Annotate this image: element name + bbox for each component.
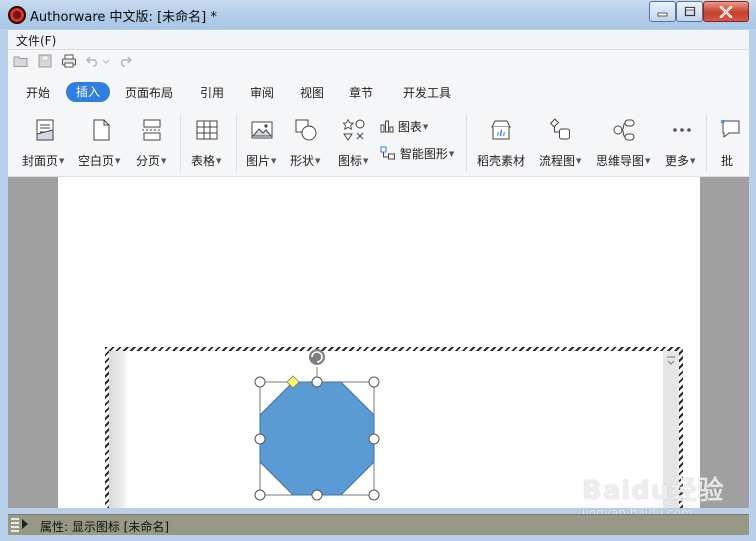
chevron-down-icon: ▼ xyxy=(161,157,167,165)
expand-arrow-icon[interactable] xyxy=(22,519,28,529)
smart-art-button[interactable]: 智能图形▼ xyxy=(380,145,454,163)
save-icon[interactable] xyxy=(37,54,53,68)
chevron-down-icon: ▼ xyxy=(576,157,582,165)
blank-page-label: 空白页 xyxy=(78,154,115,168)
scroll-up-icon[interactable] xyxy=(663,351,679,371)
shape-icon xyxy=(295,119,317,141)
docer-material-button[interactable]: 稻壳素材 xyxy=(474,116,530,172)
ribbon-separator xyxy=(180,114,181,172)
icon-library-button[interactable]: 图标▼ xyxy=(336,116,376,172)
document-area[interactable] xyxy=(8,177,749,508)
ribbon-insert: 封面页▼ 空白页▼ 分页▼ 表格▼ 图片▼ 形状▼ 图标▼ 图表▼ 智能图形▼ … xyxy=(8,110,749,177)
page-break-button[interactable]: 分页▼ xyxy=(132,116,172,172)
cover-page-label: 封面页 xyxy=(22,154,59,168)
cover-page-icon xyxy=(36,119,54,141)
ribbon-tabs: 开始 插入 页面布局 引用 审阅 视图 章节 开发工具 xyxy=(8,72,749,110)
more-label: 更多 xyxy=(665,154,690,168)
properties-text: 属性: 显示图标 [未命名] xyxy=(40,520,170,534)
tab-review[interactable]: 审阅 xyxy=(250,83,274,103)
tab-insert[interactable]: 插入 xyxy=(66,82,111,102)
mind-map-button[interactable]: 思维导图▼ xyxy=(594,116,656,172)
chevron-down-icon: ▼ xyxy=(216,157,222,165)
page-left-shadow xyxy=(109,351,129,508)
flowchart-icon xyxy=(549,118,570,140)
maximize-button[interactable] xyxy=(676,1,703,22)
table-icon xyxy=(196,120,218,140)
blank-page-icon xyxy=(93,119,110,141)
picture-icon xyxy=(251,121,273,139)
chevron-down-icon: ▼ xyxy=(271,157,277,165)
chevron-down-icon: ▼ xyxy=(363,157,369,165)
window-title: Authorware 中文版: [未命名] * xyxy=(30,10,217,25)
flowchart-button[interactable]: 流程图▼ xyxy=(536,116,588,172)
page-break-icon xyxy=(142,119,162,141)
shape-button[interactable]: 形状▼ xyxy=(288,116,332,172)
chevron-down-icon: ▼ xyxy=(448,150,455,158)
blank-page-button[interactable]: 空白页▼ xyxy=(76,116,126,172)
chevron-down-icon: ▼ xyxy=(422,123,429,131)
chart-icon xyxy=(380,120,394,133)
redo-icon[interactable] xyxy=(117,54,133,68)
comment-button[interactable]: 批 xyxy=(716,116,749,172)
baidu-watermark: Baidu经验 jingyan.baidu.com xyxy=(580,462,750,522)
tab-section[interactable]: 章节 xyxy=(349,83,373,103)
chart-button[interactable]: 图表▼ xyxy=(380,118,428,136)
octagon-shape[interactable] xyxy=(248,345,388,508)
chevron-down-icon: ▼ xyxy=(59,157,65,165)
maximize-icon xyxy=(684,6,695,17)
page-break-label: 分页 xyxy=(136,154,161,168)
close-icon xyxy=(719,5,733,18)
ribbon-separator xyxy=(466,114,467,172)
icon-library-icon xyxy=(342,118,365,141)
docer-material-label: 稻壳素材 xyxy=(477,154,526,168)
undo-icon[interactable] xyxy=(85,54,101,68)
undo-dropdown-icon[interactable] xyxy=(102,54,110,68)
chevron-down-icon: ▼ xyxy=(645,157,651,165)
picture-button[interactable]: 图片▼ xyxy=(244,116,284,172)
tab-developer-tools[interactable]: 开发工具 xyxy=(403,83,451,103)
picture-label: 图片 xyxy=(246,154,271,168)
minimize-button[interactable] xyxy=(649,1,676,22)
cover-page-button[interactable]: 封面页▼ xyxy=(20,116,70,172)
octagon-fill[interactable] xyxy=(259,381,375,496)
table-button[interactable]: 表格▼ xyxy=(188,116,228,172)
smart-art-icon xyxy=(380,146,395,160)
grip-handle-icon[interactable] xyxy=(11,518,19,532)
open-folder-icon[interactable] xyxy=(13,54,29,68)
shape-label: 形状 xyxy=(290,154,315,168)
chevron-down-icon: ▼ xyxy=(315,157,321,165)
title-bar[interactable]: Authorware 中文版: [未命名] * xyxy=(0,0,756,29)
tab-view[interactable]: 视图 xyxy=(300,83,324,103)
mind-map-icon xyxy=(613,119,635,141)
menu-file[interactable]: 文件(F) xyxy=(16,32,56,49)
minimize-icon xyxy=(657,12,667,16)
watermark-logo: Baidu经验 xyxy=(582,476,725,506)
close-button[interactable] xyxy=(703,1,749,22)
chevron-down-icon: ▼ xyxy=(115,157,121,165)
flowchart-label: 流程图 xyxy=(539,154,576,168)
comment-icon xyxy=(720,119,740,139)
quick-access-toolbar xyxy=(8,50,749,72)
print-icon[interactable] xyxy=(61,54,77,68)
menu-bar: 文件(F) xyxy=(8,30,749,50)
authorware-app-icon[interactable] xyxy=(8,6,26,24)
tab-references[interactable]: 引用 xyxy=(200,83,224,103)
docer-material-icon xyxy=(491,120,511,140)
app-window: Authorware 中文版: [未命名] * 文件(F) 开始 插入 页面布局… xyxy=(0,0,756,541)
ribbon-separator xyxy=(706,114,707,172)
more-icon xyxy=(673,128,691,132)
comment-label: 批 xyxy=(721,154,734,168)
table-label: 表格 xyxy=(191,154,216,168)
tab-start[interactable]: 开始 xyxy=(26,83,50,103)
icon-library-label: 图标 xyxy=(338,154,363,168)
more-button[interactable]: 更多▼ xyxy=(662,116,702,172)
tab-page-layout[interactable]: 页面布局 xyxy=(125,83,173,103)
chevron-down-icon: ▼ xyxy=(690,157,696,165)
smart-art-label: 智能图形 xyxy=(399,147,448,161)
mind-map-label: 思维导图 xyxy=(596,154,645,168)
ribbon-separator xyxy=(236,114,237,172)
properties-bar[interactable]: 属性: 显示图标 [未命名] xyxy=(8,514,749,535)
chart-label: 图表 xyxy=(397,120,422,134)
